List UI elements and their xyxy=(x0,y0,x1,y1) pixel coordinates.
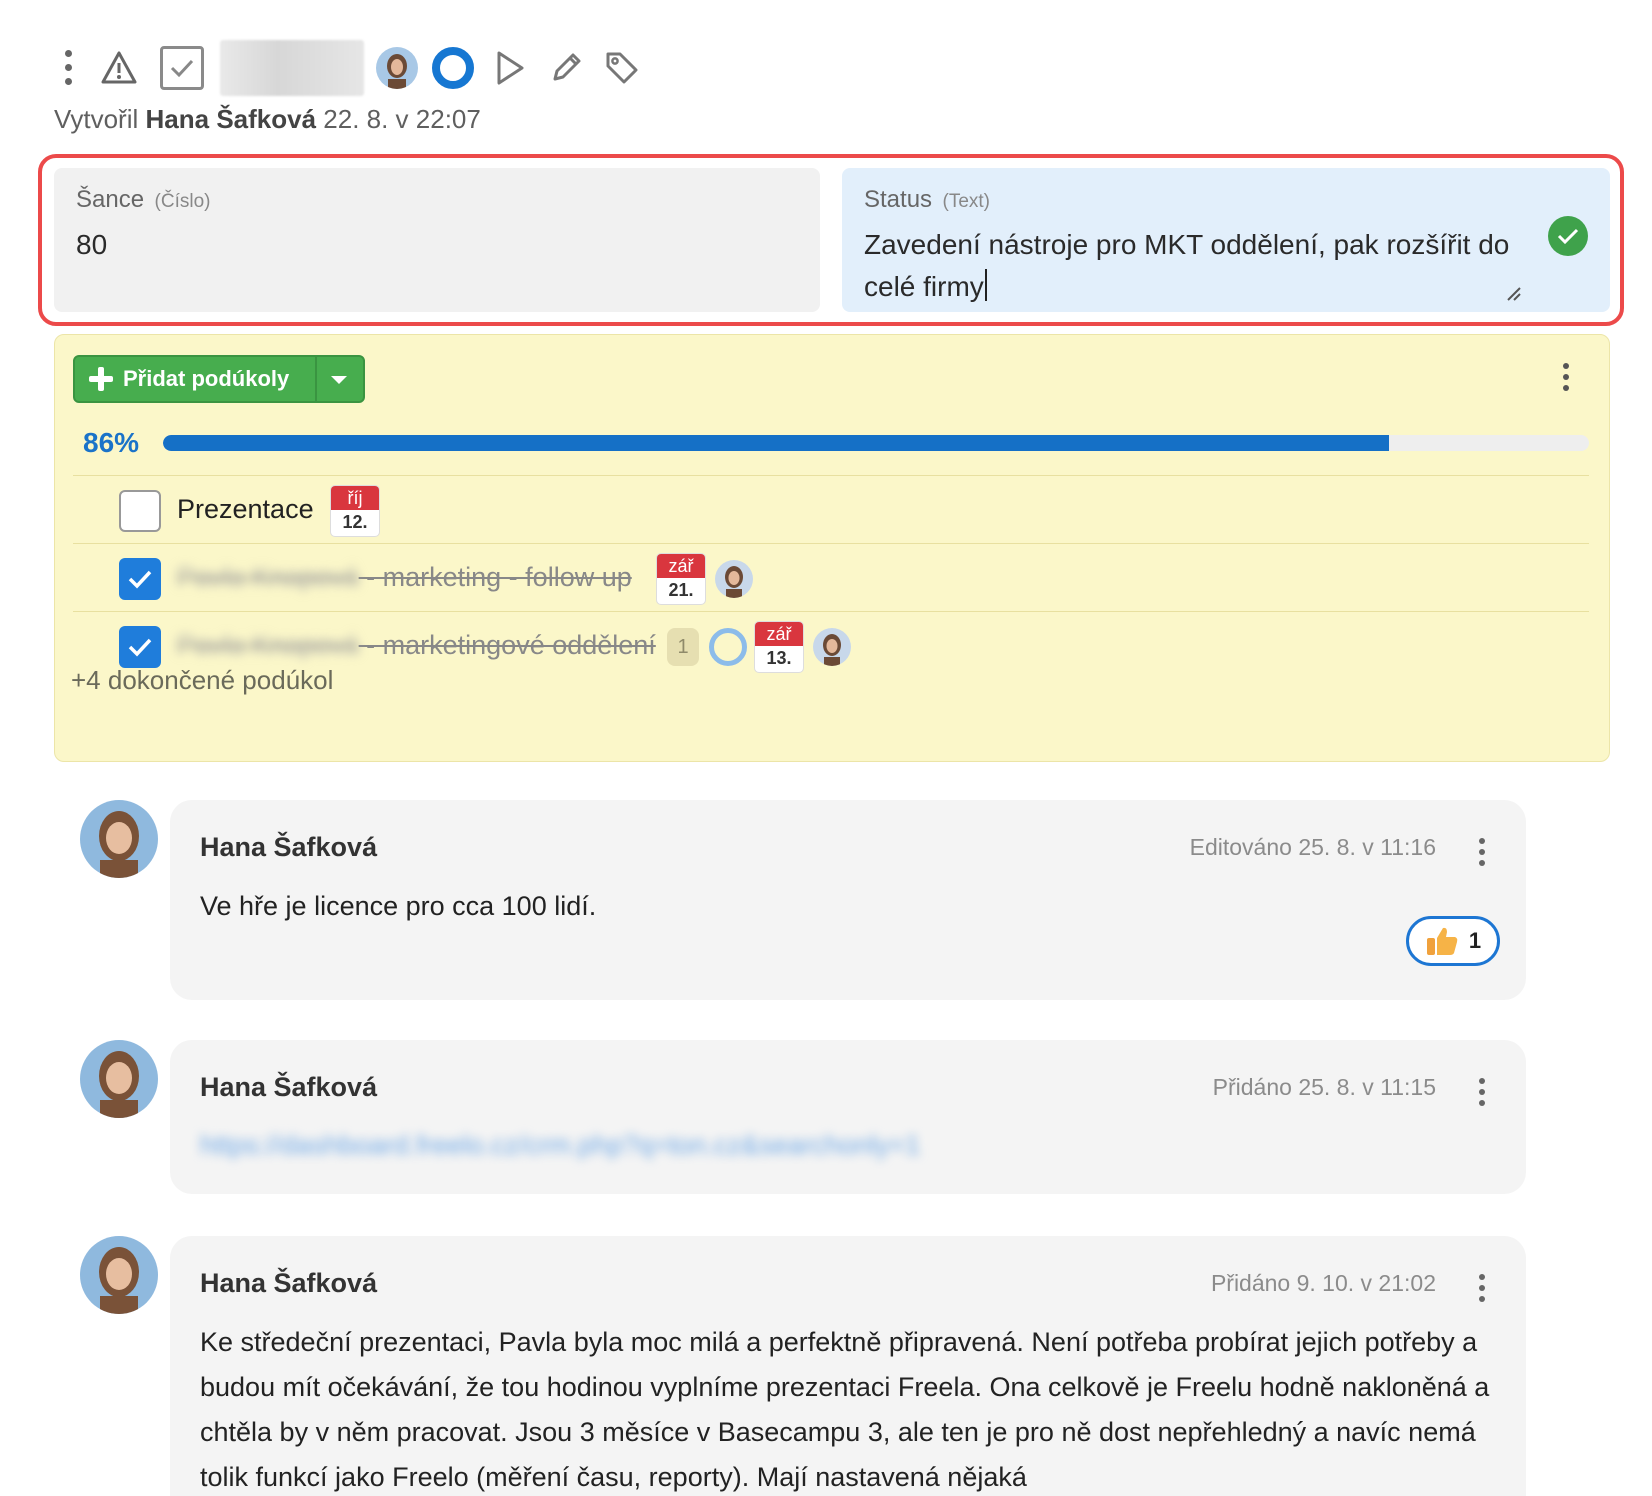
add-subtask-label: Přidat podúkoly xyxy=(123,366,290,391)
created-prefix: Vytvořil xyxy=(54,104,139,134)
comment-author[interactable]: Hana Šafková xyxy=(200,1268,377,1299)
due-date-badge[interactable]: zář 13. xyxy=(755,622,803,672)
field-status-type: (Text) xyxy=(942,191,991,212)
progress-bar xyxy=(163,435,1589,451)
more-options-icon[interactable] xyxy=(56,38,80,98)
due-month: zář xyxy=(657,554,705,578)
field-status-textarea[interactable]: Zavedení nástroje pro MKT oddělení, pak … xyxy=(864,224,1524,308)
subtasks-more-icon[interactable] xyxy=(1561,361,1571,393)
created-author[interactable]: Hana Šafková xyxy=(146,104,317,134)
task-toolbar xyxy=(56,26,642,110)
created-time: 22. 8. v 22:07 xyxy=(323,104,481,134)
thumbs-up-icon xyxy=(1426,927,1458,955)
subtask-title-prefix: Pavla Knapová xyxy=(177,630,359,660)
comment-time: Přidáno 9. 10. v 21:02 xyxy=(1210,1270,1436,1296)
pencil-icon[interactable] xyxy=(546,48,586,88)
comment-count-badge[interactable]: 1 xyxy=(667,628,699,666)
comment-card: Hana Šafková Přidáno 25. 8. v 11:15 http… xyxy=(170,1040,1526,1194)
comment-time: Přidáno 25. 8. v 11:15 xyxy=(1212,1074,1436,1100)
comment-more-icon[interactable] xyxy=(1478,1078,1486,1106)
comment-author[interactable]: Hana Šafková xyxy=(200,1072,377,1103)
complete-task-icon[interactable] xyxy=(160,46,204,90)
assignee-avatar[interactable] xyxy=(715,560,753,598)
task-detail: Vytvořil Hana Šafková 22. 8. v 22:07 Šan… xyxy=(0,0,1652,1496)
due-day: 13. xyxy=(766,648,792,668)
comment-author-avatar[interactable] xyxy=(80,1040,158,1118)
field-status[interactable]: Status (Text) Zavedení nástroje pro MKT … xyxy=(842,168,1610,312)
due-month: zář xyxy=(755,622,803,646)
plus-icon xyxy=(89,367,113,391)
tag-icon[interactable] xyxy=(602,48,642,88)
field-sance-label: Šance xyxy=(76,186,145,213)
warning-icon[interactable] xyxy=(94,43,144,93)
reaction-count: 1 xyxy=(1468,928,1482,953)
due-day: 21. xyxy=(668,580,694,600)
resize-handle-icon[interactable] xyxy=(1504,284,1522,302)
subtasks-panel: Přidat podúkoly 86% Prezentace říj 12. P… xyxy=(54,334,1610,762)
field-sance-value[interactable]: 80 xyxy=(76,224,798,266)
blurred-project-label xyxy=(220,40,364,96)
comment-more-icon[interactable] xyxy=(1478,838,1486,866)
save-check-icon[interactable] xyxy=(1548,216,1588,256)
add-subtask-button[interactable]: Přidat podúkoly xyxy=(73,355,365,403)
assignee-avatar[interactable] xyxy=(376,47,418,89)
progress-percent: 86% xyxy=(83,427,140,458)
due-day: 12. xyxy=(342,512,368,532)
subtask-title[interactable]: Pavla Knapová - marketing - follow up xyxy=(177,562,632,593)
comment-link[interactable]: https://dashboard.freelo.cz/crm.php?q=to… xyxy=(200,1130,920,1161)
subtask-checkbox[interactable] xyxy=(119,558,161,600)
subtask-title[interactable]: Prezentace xyxy=(177,494,314,525)
created-info: Vytvořil Hana Šafková 22. 8. v 22:07 xyxy=(54,104,481,135)
due-date-badge[interactable]: zář 21. xyxy=(657,554,705,604)
field-status-label: Status xyxy=(864,186,933,213)
subtask-title-prefix: Pavla Knapová xyxy=(177,562,359,592)
subtask-title-text: Prezentace xyxy=(177,494,314,524)
time-tracking-icon[interactable] xyxy=(709,628,747,666)
reaction-button[interactable]: 1 xyxy=(1406,916,1500,966)
progress-bar-fill xyxy=(163,435,1390,451)
due-date-badge[interactable]: říj 12. xyxy=(331,486,379,536)
comment-body: Ke středeční prezentaci, Pavla byla moc … xyxy=(200,1327,1490,1492)
assignee-avatar[interactable] xyxy=(813,628,851,666)
show-completed-subtasks-link[interactable]: +4 dokončené podúkol xyxy=(71,665,333,696)
subtask-row[interactable]: Pavla Knapová - marketing - follow up zá… xyxy=(73,543,1589,615)
field-status-value: Zavedení nástroje pro MKT oddělení, pak … xyxy=(864,229,1510,302)
subtask-checkbox[interactable] xyxy=(119,490,161,532)
comment-more-icon[interactable] xyxy=(1478,1274,1486,1302)
subtask-row[interactable]: Prezentace říj 12. xyxy=(73,475,1589,547)
field-sance[interactable]: Šance (Číslo) 80 xyxy=(54,168,820,312)
due-month: říj xyxy=(331,486,379,510)
play-icon[interactable] xyxy=(490,48,530,88)
subtask-title-text: - marketingové oddělení xyxy=(358,630,656,660)
comment-author-avatar[interactable] xyxy=(80,800,158,878)
subtask-title[interactable]: Pavla Knapová - marketingové oddělení xyxy=(177,630,656,661)
comment-body: Ve hře je licence pro cca 100 lidí. xyxy=(200,891,597,921)
text-caret xyxy=(984,269,987,301)
subtask-title-text: - marketing - follow up xyxy=(358,562,632,592)
comment-author-avatar[interactable] xyxy=(80,1236,158,1314)
comment-card: Hana Šafková Editováno 25. 8. v 11:16 Ve… xyxy=(170,800,1526,1000)
comment-time: Editováno 25. 8. v 11:16 xyxy=(1189,834,1436,860)
dropdown-arrow-icon[interactable] xyxy=(331,376,347,384)
comment-card: Hana Šafková Přidáno 9. 10. v 21:02 Ke s… xyxy=(170,1236,1526,1496)
comment-author[interactable]: Hana Šafková xyxy=(200,832,377,863)
subtask-checkbox[interactable] xyxy=(119,626,161,668)
time-tracking-icon[interactable] xyxy=(432,47,474,89)
field-sance-type: (Číslo) xyxy=(154,191,211,212)
